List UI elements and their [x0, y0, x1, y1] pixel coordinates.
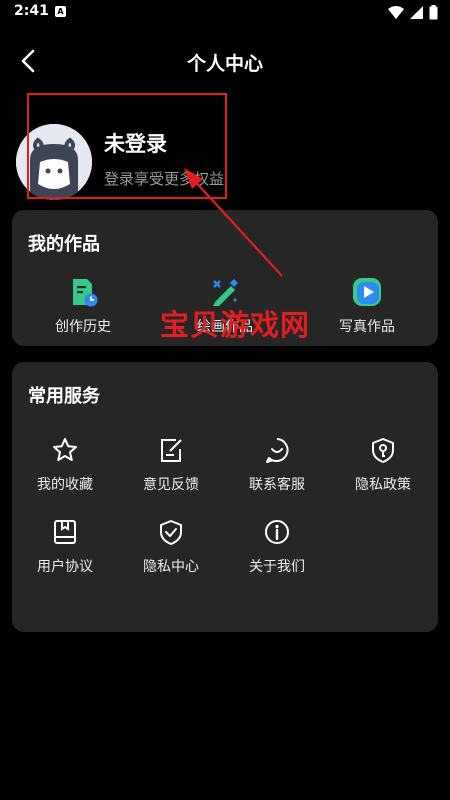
service-item-label: 用户协议 [37, 559, 93, 575]
service-item-favorites[interactable]: 我的收藏 [12, 436, 118, 494]
my-works-title: 我的作品 [28, 234, 100, 255]
avatar-mascot-icon [16, 124, 92, 200]
works-item-label: 创作历史 [55, 319, 111, 335]
status-bar: 2:41 A [0, 0, 450, 24]
service-item-label: 联系客服 [249, 477, 305, 493]
my-works-card: 我的作品 创作历史 绘画作品 写真作品 [12, 210, 438, 346]
status-time: 2:41 [14, 3, 49, 19]
customer-service-icon [266, 438, 289, 463]
service-item-user-agreement[interactable]: 用户协议 [12, 518, 118, 576]
profile-name: 未登录 [104, 132, 167, 156]
common-services-card: 常用服务 我的收藏 意见反馈 联系客服 隐私政策 用户协议 隐私中心 关于我们 [12, 362, 438, 632]
notification-badge: A [55, 6, 66, 17]
service-item-customer-service[interactable]: 联系客服 [224, 436, 330, 494]
service-item-privacy-policy[interactable]: 隐私政策 [330, 436, 436, 494]
play-icon [353, 278, 381, 306]
profile-subtitle: 登录享受更多权益 [104, 170, 225, 188]
page-title: 个人中心 [186, 53, 263, 75]
common-services-title: 常用服务 [28, 386, 100, 407]
signal-icon [410, 6, 423, 19]
battery-icon [429, 5, 438, 20]
profile-login-area[interactable]: 未登录 登录享受更多权益 [16, 120, 436, 200]
nav-bar: 个人中心 [0, 38, 450, 84]
service-item-label: 意见反馈 [143, 477, 199, 493]
star-icon [53, 438, 77, 461]
service-item-label: 我的收藏 [37, 477, 93, 493]
works-item-history[interactable]: 创作历史 [28, 276, 138, 336]
privacy-policy-icon [372, 438, 394, 463]
service-item-label: 关于我们 [249, 559, 305, 575]
works-item-paintings[interactable]: 绘画作品 [170, 276, 280, 336]
paint-brush-icon [213, 279, 238, 306]
wifi-icon [388, 6, 404, 19]
shield-icon [160, 520, 182, 545]
status-icons [388, 5, 438, 20]
works-item-label: 写真作品 [339, 319, 395, 335]
service-item-label: 隐私中心 [143, 559, 199, 575]
avatar [16, 124, 92, 200]
service-item-feedback[interactable]: 意见反馈 [118, 436, 224, 494]
works-item-label: 绘画作品 [197, 319, 253, 335]
feedback-icon [161, 439, 182, 462]
service-item-privacy-center[interactable]: 隐私中心 [118, 518, 224, 576]
works-item-portraits[interactable]: 写真作品 [312, 276, 422, 336]
info-icon [265, 520, 289, 544]
history-doc-icon [73, 279, 98, 307]
service-item-about-us[interactable]: 关于我们 [224, 518, 330, 576]
service-item-label: 隐私政策 [355, 477, 411, 493]
user-agreement-icon [54, 520, 76, 544]
